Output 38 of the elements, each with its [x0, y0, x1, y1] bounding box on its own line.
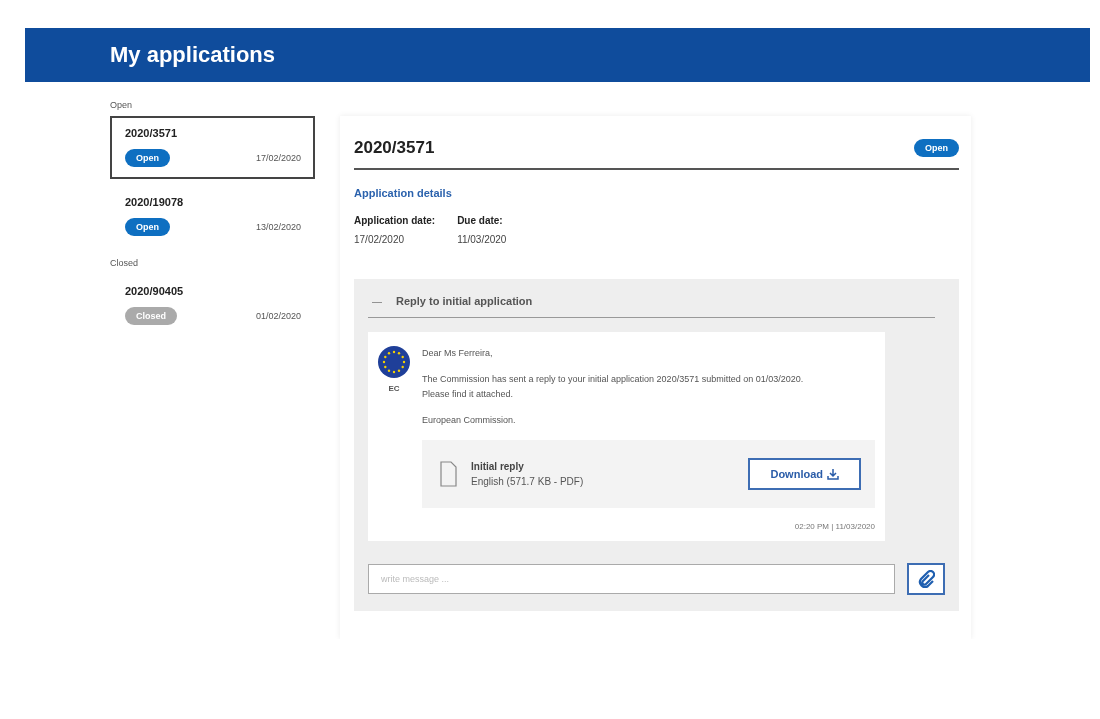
status-badge: Open — [914, 139, 959, 157]
attachment-title: Initial reply — [471, 460, 525, 472]
application-date: 01/02/2020 — [255, 311, 301, 321]
attachment-meta: English (571.7 KB - PDF) — [471, 475, 585, 487]
sender-label: EC — [388, 384, 400, 393]
application-item[interactable]: 2020/19078 Open 13/02/2020 — [110, 185, 315, 248]
attach-button[interactable] — [907, 562, 945, 595]
application-date: 17/02/2020 — [255, 153, 301, 163]
message-text: Dear Ms Ferreira, — [422, 347, 494, 360]
avatar-icon — [378, 346, 410, 378]
paperclip-icon — [917, 569, 935, 588]
message-timestamp: 02:20 PM | 11/03/2020 — [793, 521, 875, 531]
download-icon — [827, 467, 839, 480]
download-button[interactable]: Download — [748, 457, 861, 490]
application-number: 2020/3571 — [125, 127, 178, 139]
message-text: The Commission has sent a reply to your initial application 2020/3571 submitted on 01/03/2020. Please find it attached. — [422, 373, 805, 401]
section-title: Application details — [354, 187, 453, 199]
field-label: Due date: — [457, 215, 504, 226]
field-label: Application date: — [354, 215, 436, 226]
application-item[interactable]: 2020/90405 Closed 01/02/2020 — [110, 274, 315, 337]
application-item[interactable]: 2020/3571 Open 17/02/2020 — [110, 116, 315, 179]
status-badge: Open — [125, 149, 170, 167]
application-date: 13/02/2020 — [255, 222, 301, 232]
message-field[interactable]: write message ... — [368, 563, 895, 594]
document-icon — [440, 460, 457, 487]
application-heading: 2020/3571 — [354, 138, 435, 158]
page-title: My applications — [110, 42, 276, 68]
group-label: Closed — [110, 258, 139, 268]
field-value: 17/02/2020 — [354, 234, 406, 245]
application-number: 2020/90405 — [125, 285, 185, 297]
message-text: European Commission. — [422, 414, 517, 428]
field-value: 11/03/2020 — [457, 234, 507, 245]
status-badge: Closed — [125, 307, 177, 325]
collapse-toggle[interactable]: — — [372, 295, 382, 307]
application-number: 2020/19078 — [125, 196, 185, 208]
thread-title: Reply to initial application — [396, 295, 533, 307]
status-badge: Open — [125, 218, 170, 236]
group-label: Open — [110, 100, 134, 110]
